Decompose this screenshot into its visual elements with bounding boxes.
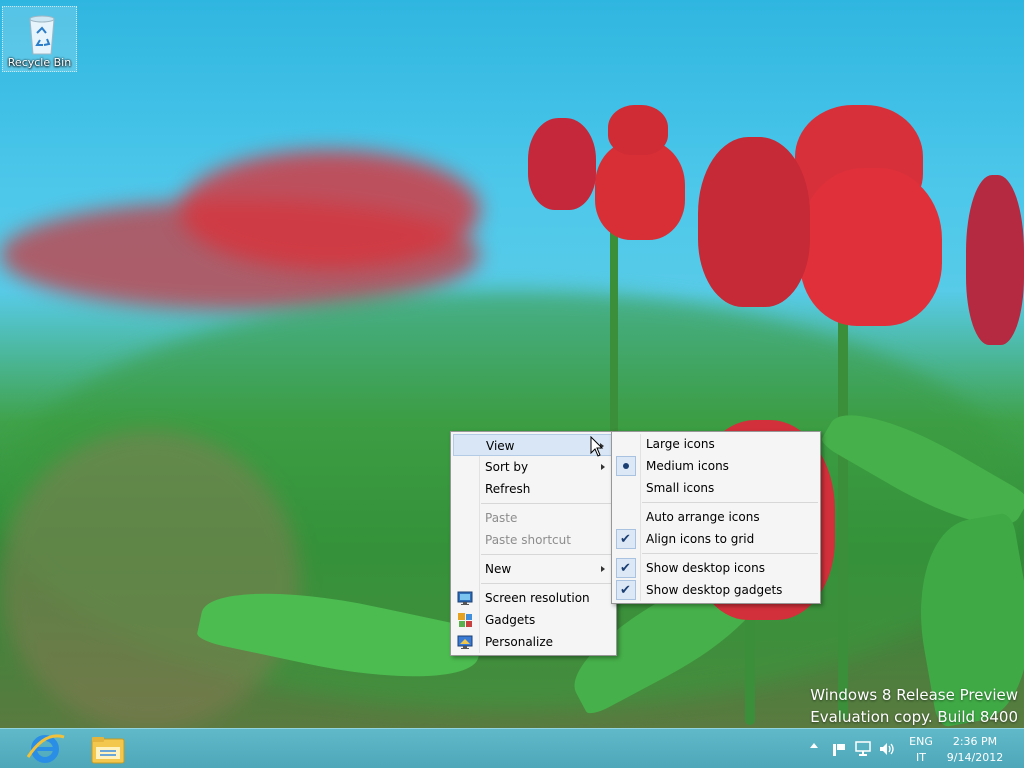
menu-item-personalize[interactable]: Personalize (453, 631, 614, 653)
submenu-arrow-icon (601, 566, 605, 572)
action-center-flag-icon[interactable] (830, 740, 848, 758)
menu-item-new[interactable]: New (453, 558, 614, 580)
menu-item-show-desktop-icons[interactable]: ✔ Show desktop icons (614, 557, 818, 579)
clock-time: 2:36 PM (952, 735, 998, 748)
radio-selected-indicator (616, 456, 636, 476)
evaluation-watermark: Windows 8 Release Preview Evaluation cop… (810, 684, 1018, 728)
menu-item-label: Personalize (485, 635, 554, 649)
menu-separator (481, 583, 614, 584)
network-icon[interactable] (854, 740, 872, 758)
menu-item-large-icons[interactable]: Large icons (614, 433, 818, 455)
menu-item-label: Small icons (646, 481, 715, 495)
menu-item-label: Refresh (485, 482, 531, 496)
menu-item-label: Show desktop gadgets (646, 583, 783, 597)
menu-item-label: Auto arrange icons (646, 510, 760, 524)
menu-item-label: Screen resolution (485, 591, 590, 605)
radio-dot-icon (623, 463, 629, 469)
watermark-line-2: Evaluation copy. Build 8400 (810, 708, 1018, 726)
recycle-bin-label: Recycle Bin (7, 56, 72, 69)
checkmark-icon: ✔ (620, 532, 631, 547)
view-submenu: Large icons Medium icons Small icons Aut… (611, 431, 821, 604)
menu-item-label: View (486, 439, 515, 453)
menu-item-paste[interactable]: Paste (453, 507, 614, 529)
checkmark-indicator: ✔ (616, 529, 636, 549)
menu-item-auto-arrange-icons[interactable]: Auto arrange icons (614, 506, 818, 528)
taskbar-file-explorer-button[interactable] (78, 731, 136, 767)
volume-icon[interactable] (878, 740, 896, 758)
menu-item-gadgets[interactable]: Gadgets (453, 609, 614, 631)
taskbar: ENG IT 2:36 PM 9/14/2012 (0, 728, 1024, 768)
menu-item-label: Paste (485, 511, 518, 525)
menu-item-align-icons-to-grid[interactable]: ✔ Align icons to grid (614, 528, 818, 550)
recycle-bin-icon (29, 15, 55, 55)
menu-item-screen-resolution[interactable]: Screen resolution (453, 587, 614, 609)
menu-separator (642, 502, 818, 503)
checkmark-icon: ✔ (620, 583, 631, 598)
keyboard-layout-code: IT (916, 751, 926, 764)
input-language-indicator[interactable]: ENG IT (904, 734, 938, 766)
menu-item-label: Medium icons (646, 459, 729, 473)
internet-explorer-icon (26, 734, 65, 763)
gadgets-icon (458, 613, 472, 627)
menu-item-label: Large icons (646, 437, 715, 451)
language-code: ENG (909, 735, 933, 748)
personalize-icon (457, 635, 473, 649)
menu-item-label: Align icons to grid (646, 532, 755, 546)
taskbar-internet-explorer-button[interactable] (16, 731, 74, 767)
show-hidden-icons-icon[interactable] (810, 743, 818, 748)
checkmark-icon: ✔ (620, 561, 631, 576)
submenu-arrow-icon (601, 464, 605, 470)
menu-item-label: Gadgets (485, 613, 536, 627)
menu-item-refresh[interactable]: Refresh (453, 478, 614, 500)
menu-item-label: Paste shortcut (485, 533, 571, 547)
recycle-bin-shortcut[interactable]: Recycle Bin (2, 6, 77, 72)
menu-item-label: New (485, 562, 512, 576)
menu-separator (642, 553, 818, 554)
menu-item-label: Sort by (485, 460, 529, 474)
menu-item-label: Show desktop icons (646, 561, 766, 575)
file-explorer-icon (91, 737, 125, 764)
mouse-cursor-icon (590, 436, 604, 457)
clock-date: 9/14/2012 (946, 751, 1004, 764)
menu-item-paste-shortcut[interactable]: Paste shortcut (453, 529, 614, 551)
menu-separator (481, 554, 614, 555)
menu-item-sort-by[interactable]: Sort by (453, 456, 614, 478)
menu-item-show-desktop-gadgets[interactable]: ✔ Show desktop gadgets (614, 579, 818, 601)
menu-separator (481, 503, 614, 504)
taskbar-clock[interactable]: 2:36 PM 9/14/2012 (940, 734, 1010, 766)
desktop-context-menu: View Sort by Refresh Paste Paste shortcu… (450, 431, 617, 656)
watermark-line-1: Windows 8 Release Preview (810, 686, 1018, 704)
checkmark-indicator: ✔ (616, 558, 636, 578)
checkmark-indicator: ✔ (616, 580, 636, 600)
screen-resolution-icon (457, 591, 473, 605)
menu-item-medium-icons[interactable]: Medium icons (614, 455, 818, 477)
menu-item-small-icons[interactable]: Small icons (614, 477, 818, 499)
